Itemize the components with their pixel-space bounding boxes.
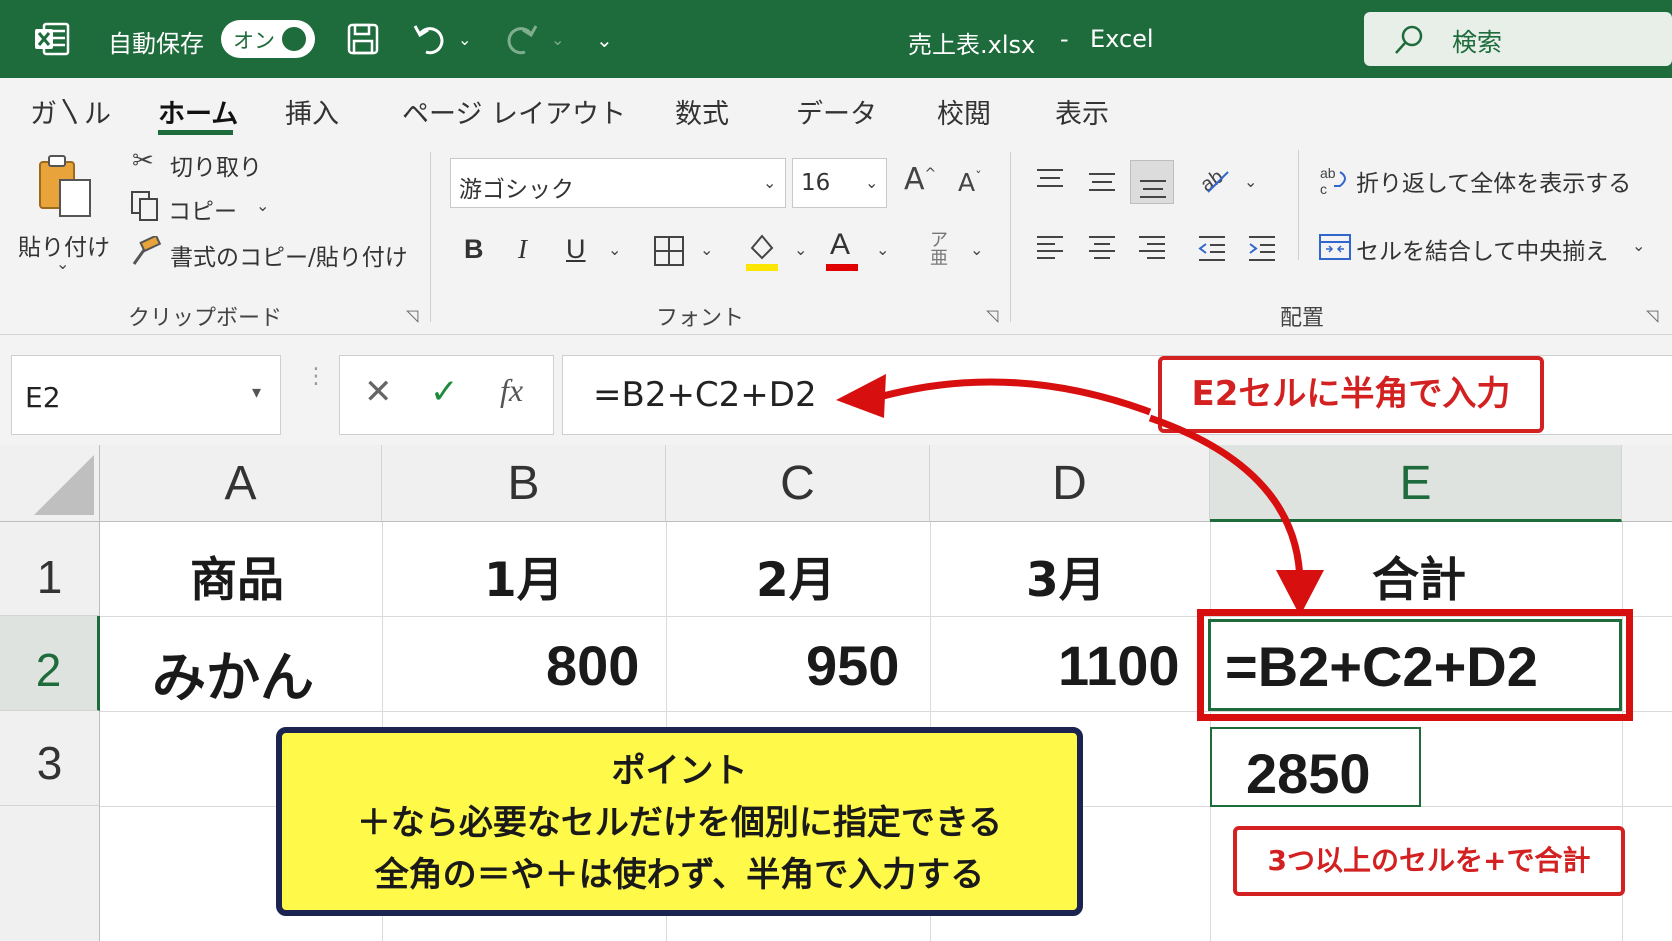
point-line-1: ＋なら必要なセルだけを個別に指定できる (356, 803, 1003, 843)
point-title: ポイント (611, 751, 748, 791)
arrow-to-formula-bar (875, 378, 1152, 416)
point-box: ポイント ＋なら必要なセルだけを個別に指定できる 全角の＝や＋は使わず、半角で入… (276, 727, 1083, 916)
arrow-head-left (836, 374, 886, 418)
point-line-2: 全角の＝や＋は使わず、半角で入力する (374, 855, 985, 895)
arrow-head-down (1276, 570, 1324, 616)
arrow-to-cell-e2 (1148, 414, 1304, 586)
